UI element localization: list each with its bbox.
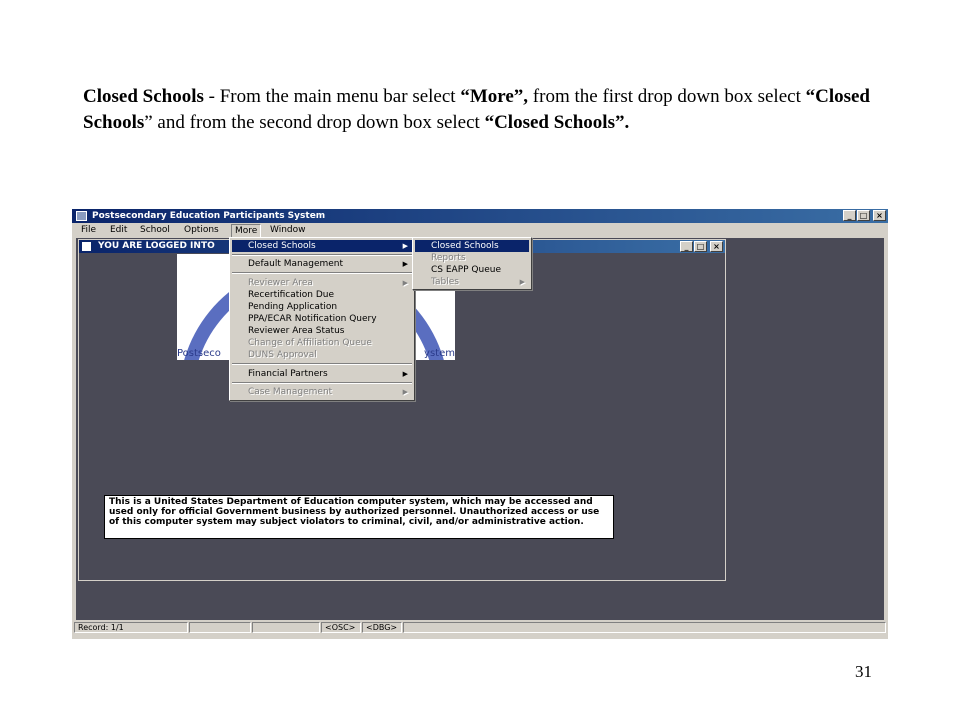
cs-menu-item[interactable]: Tables ▶ (415, 276, 529, 288)
child-maximize-button[interactable]: □ (694, 241, 707, 252)
menu-item-label: Recertification Due (248, 290, 335, 300)
more-menu-item[interactable]: Change of Affiliation Queue (232, 337, 412, 349)
child-title: YOU ARE LOGGED INTO (98, 241, 215, 251)
status-cell-2 (189, 622, 251, 633)
menu-item-label: Financial Partners (248, 369, 328, 379)
minimize-button[interactable]: _ (843, 210, 856, 221)
menu-school[interactable]: School (140, 225, 170, 235)
menu-separator (232, 254, 412, 256)
menu-separator (232, 272, 412, 274)
menu-item-label: Closed Schools (431, 241, 499, 251)
menu-item-label: DUNS Approval (248, 350, 317, 360)
instructions-text: Closed Schools - From the main menu bar … (83, 84, 883, 136)
submenu-arrow-icon: ▶ (402, 279, 408, 287)
menu-edit[interactable]: Edit (110, 225, 127, 235)
menu-separator (232, 382, 412, 384)
instr-text-2: from the first drop down box select (528, 86, 806, 107)
menu-item-label: Pending Application (248, 302, 338, 312)
submenu-arrow-icon: ▶ (402, 388, 408, 396)
menu-item-label: Closed Schools (248, 241, 316, 251)
maximize-button[interactable]: □ (857, 210, 870, 221)
menubar: File Edit School Options More Window (72, 223, 888, 238)
more-menu-item[interactable]: Pending Application (232, 301, 412, 313)
instr-text-3: ” and from the second drop down box sele… (144, 112, 485, 133)
more-menu-item[interactable]: PPA/ECAR Notification Query (232, 313, 412, 325)
app-icon (76, 211, 87, 221)
more-menu-item[interactable]: Case Management ▶ (232, 386, 412, 398)
more-dropdown: Closed Schools ▶ Default Management ▶ Revi… (229, 237, 415, 401)
menu-item-label: Tables (431, 277, 459, 287)
menu-window[interactable]: Window (270, 225, 306, 235)
more-menu-item[interactable]: DUNS Approval (232, 349, 412, 361)
more-menu-item[interactable]: Default Management ▶ (232, 258, 412, 270)
cs-menu-item[interactable]: CS EAPP Queue (415, 264, 529, 276)
menu-item-label: Case Management (248, 387, 333, 397)
app-title: Postsecondary Education Participants Sys… (92, 211, 326, 221)
instr-bold-4: “Closed Schools”. (484, 112, 630, 133)
menu-file[interactable]: File (81, 225, 96, 235)
status-cell-3 (252, 622, 320, 633)
more-menu-item[interactable]: Financial Partners ▶ (232, 368, 412, 380)
cs-menu-item[interactable]: Closed Schools (415, 240, 529, 252)
menu-options[interactable]: Options (184, 225, 219, 235)
status-bar: Record: 1/1 <OSC> <DBG> (72, 621, 888, 634)
submenu-arrow-icon: ▶ (402, 370, 408, 378)
slide-number: 31 (855, 662, 872, 681)
instr-bold-1: Closed Schools (83, 86, 204, 107)
menu-item-label: Reports (431, 253, 466, 263)
status-cell-6 (403, 622, 886, 633)
menu-item-label: Reviewer Area (248, 278, 313, 288)
submenu-arrow-icon: ▶ (402, 260, 408, 268)
menu-item-label: Default Management (248, 259, 344, 269)
logo-text-right: ystem (424, 348, 455, 359)
instr-bold-2: “More”, (460, 86, 529, 107)
more-menu-item[interactable]: Closed Schools ▶ (232, 240, 412, 252)
more-menu-item[interactable]: Reviewer Area ▶ (232, 277, 412, 289)
app-titlebar[interactable]: Postsecondary Education Participants Sys… (72, 209, 888, 223)
child-close-button[interactable]: × (710, 241, 723, 252)
more-menu-item[interactable]: Recertification Due (232, 289, 412, 301)
menu-more[interactable]: More (231, 224, 262, 238)
menu-item-label: CS EAPP Queue (431, 265, 501, 275)
cs-menu-item[interactable]: Reports (415, 252, 529, 264)
closed-schools-submenu: Closed Schools Reports CS EAPP Queue Tab… (412, 237, 532, 290)
window-controls: _ □ × (843, 210, 886, 221)
status-dbg: <DBG> (362, 622, 402, 633)
menu-item-label: Reviewer Area Status (248, 326, 345, 336)
app-window: Postsecondary Education Participants Sys… (72, 209, 888, 639)
status-record: Record: 1/1 (74, 622, 188, 633)
child-window-controls: _ □ × (680, 241, 723, 252)
logo-text-left: Postseco (177, 348, 221, 359)
close-button[interactable]: × (873, 210, 886, 221)
child-window-icon (82, 242, 91, 251)
child-minimize-button[interactable]: _ (680, 241, 693, 252)
mdi-workspace: YOU ARE LOGGED INTO _ □ × Postseco ystem… (76, 238, 884, 620)
more-menu-item[interactable]: Reviewer Area Status (232, 325, 412, 337)
status-osc: <OSC> (321, 622, 361, 633)
menu-item-label: Change of Affiliation Queue (248, 338, 372, 348)
instr-text-1: - From the main menu bar select (203, 86, 461, 107)
submenu-arrow-icon: ▶ (402, 242, 408, 250)
menu-separator (232, 363, 412, 365)
security-warning: This is a United States Department of Ed… (104, 495, 614, 539)
menu-item-label: PPA/ECAR Notification Query (248, 314, 377, 324)
submenu-arrow-icon: ▶ (519, 278, 525, 286)
